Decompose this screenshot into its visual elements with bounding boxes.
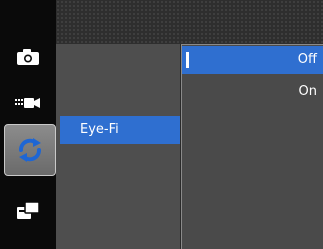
option-on[interactable]: On: [182, 78, 323, 106]
camera-menu-screen: Eye-Fi Off On: [0, 0, 323, 249]
settings-refresh-icon: [19, 138, 41, 162]
sidebar-item-camera[interactable]: [4, 36, 52, 78]
camera-icon: [17, 49, 39, 65]
option-label: Off: [297, 52, 317, 67]
sidebar-item-playback[interactable]: [4, 190, 52, 232]
selection-marker: [186, 52, 189, 68]
option-off[interactable]: Off: [182, 46, 323, 74]
top-status-area: [56, 0, 323, 44]
sidebar-item-movie[interactable]: [4, 82, 52, 124]
settings-item-label: Eye-Fi: [80, 122, 119, 137]
settings-list-panel: [56, 44, 180, 249]
options-panel: [181, 44, 323, 249]
mode-sidebar: [0, 0, 56, 249]
movie-icon: [15, 98, 40, 108]
option-label: On: [298, 84, 317, 99]
settings-item-eye-fi[interactable]: [60, 116, 180, 144]
playback-icon: [17, 201, 40, 219]
sidebar-item-settings[interactable]: [4, 124, 56, 176]
